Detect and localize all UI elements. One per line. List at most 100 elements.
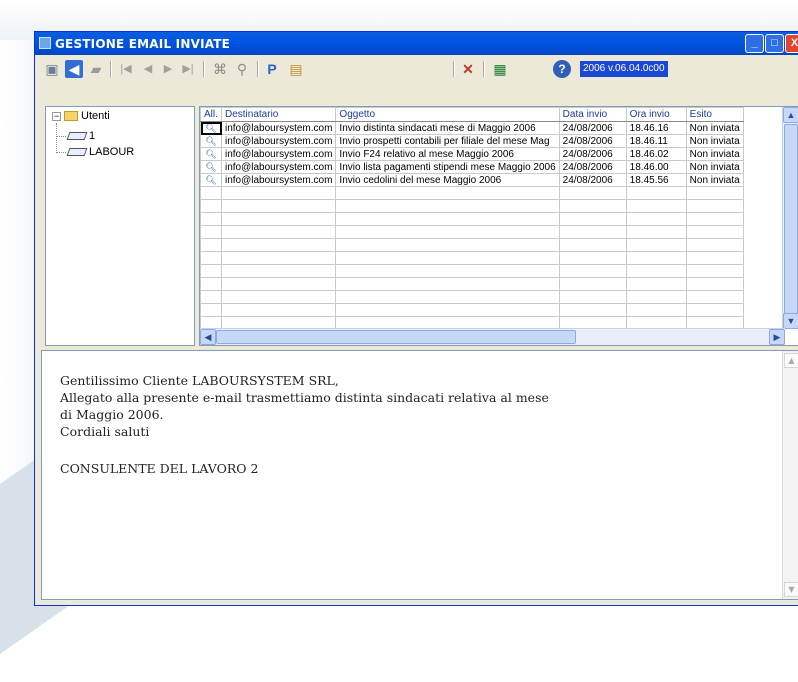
toolbar-separator [110, 61, 112, 77]
message-line: CONSULENTE DEL LAVORO 2 [60, 461, 259, 476]
table-row[interactable]: 🔍︎ info@laboursystem.com Invio prospetti c… [200, 134, 744, 148]
table-row[interactable]: 🔍︎ info@laboursystem.com Invio cedolini de… [200, 173, 744, 187]
empty-cell [625, 225, 687, 239]
empty-cell [625, 264, 687, 278]
tree-node-labour[interactable]: LABOUR [66, 145, 134, 159]
title-bar[interactable]: GESTIONE EMAIL INVIATE _ □ X [35, 32, 798, 55]
date-cell: 24/08/2006 [558, 134, 627, 148]
empty-cell [335, 290, 560, 304]
back-icon[interactable]: ◀ [65, 60, 83, 78]
folder-icon[interactable]: ▰ [87, 60, 105, 78]
date-cell: 24/08/2006 [558, 160, 627, 174]
table-row[interactable]: 🔍︎ info@laboursystem.com Invio distinta si… [200, 121, 744, 135]
empty-cell [335, 186, 560, 200]
magnifier-icon[interactable]: 🔍︎ [204, 123, 218, 134]
attachment-cell[interactable]: 🔍︎ [200, 134, 222, 148]
scroll-down-icon[interactable]: ▼ [784, 582, 798, 597]
maximize-button[interactable]: □ [765, 34, 784, 53]
empty-cell [220, 212, 337, 226]
empty-cell [625, 238, 687, 252]
grid-horizontal-scrollbar[interactable]: ◀ ▶ [200, 328, 785, 345]
user-icon [66, 148, 88, 157]
empty-cell [625, 186, 687, 200]
delete-icon[interactable]: ✕ [459, 60, 477, 78]
empty-cell [558, 199, 627, 213]
close-button[interactable]: X [785, 34, 798, 53]
magnifier-icon[interactable]: 🔍︎ [204, 149, 218, 160]
attachment-cell[interactable]: 🔍︎ [200, 160, 222, 174]
empty-cell [200, 290, 222, 304]
attachment-cell[interactable]: 🔍︎ [200, 121, 222, 135]
empty-cell [220, 264, 337, 278]
message-body[interactable]: Gentilissimo Cliente LABOURSYSTEM SRL, A… [41, 350, 798, 600]
empty-cell [685, 251, 744, 265]
first-record-icon[interactable]: |◀ [117, 60, 135, 78]
empty-cell [335, 212, 560, 226]
column-header-oggetto[interactable]: Oggetto [335, 107, 560, 122]
scroll-right-icon[interactable]: ▶ [769, 329, 785, 345]
scroll-up-icon[interactable]: ▲ [784, 353, 798, 368]
empty-row [200, 264, 744, 278]
last-record-icon[interactable]: ▶| [179, 60, 197, 78]
scroll-up-icon[interactable]: ▲ [783, 107, 798, 123]
empty-row [200, 212, 744, 226]
save-icon[interactable]: ▣ [43, 60, 61, 78]
date-cell: 24/08/2006 [558, 173, 627, 187]
attachment-cell[interactable]: 🔍︎ [200, 173, 222, 187]
scroll-down-icon[interactable]: ▼ [783, 313, 798, 329]
prev-record-icon[interactable]: ◀ [139, 60, 157, 78]
users-tree: − Utenti 1 LABOUR [45, 106, 195, 346]
tree-node-utenti[interactable]: − Utenti [46, 109, 194, 123]
empty-cell [625, 251, 687, 265]
empty-cell [685, 290, 744, 304]
magnifier-icon[interactable]: 🔍︎ [204, 175, 218, 186]
binoculars-icon[interactable]: ⌘ [211, 60, 229, 78]
edit-icon[interactable]: P [263, 60, 281, 78]
email-grid: All. Destinatario Oggetto Data invio Ora… [199, 106, 798, 346]
message-vertical-scrollbar[interactable]: ▲ ▼ [782, 351, 798, 599]
empty-row [200, 303, 744, 317]
empty-cell [200, 264, 222, 278]
table-header-row: All. Destinatario Oggetto Data invio Ora… [200, 107, 744, 122]
collapse-icon[interactable]: − [52, 112, 61, 121]
scroll-thumb[interactable] [216, 330, 576, 344]
next-record-icon[interactable]: ▶ [159, 60, 177, 78]
time-cell: 18.46.02 [625, 147, 687, 161]
empty-cell [685, 277, 744, 291]
minimize-button[interactable]: _ [745, 34, 764, 53]
excel-icon[interactable]: ▦ [491, 60, 509, 78]
subject-cell: Invio F24 relativo al mese Maggio 2006 [335, 147, 560, 161]
toolbar-separator [257, 61, 259, 77]
empty-cell [625, 290, 687, 304]
empty-cell [220, 277, 337, 291]
empty-cell [558, 186, 627, 200]
toolbar-separator [483, 61, 485, 77]
date-cell: 24/08/2006 [558, 147, 627, 161]
empty-cell [220, 186, 337, 200]
magnifier-icon[interactable]: 🔍︎ [204, 136, 218, 147]
tree-node-1[interactable]: 1 [66, 129, 95, 143]
empty-row [200, 290, 744, 304]
empty-cell [558, 303, 627, 317]
image-icon[interactable]: ▤ [287, 60, 305, 78]
column-header-destinatario[interactable]: Destinatario [220, 107, 337, 122]
column-header-esito[interactable]: Esito [685, 107, 744, 122]
scroll-left-icon[interactable]: ◀ [200, 329, 216, 345]
empty-cell [685, 303, 744, 317]
help-icon[interactable]: ? [553, 60, 571, 78]
column-header-all[interactable]: All. [200, 107, 222, 122]
tree-line [56, 136, 66, 137]
search-icon[interactable]: ⚲ [233, 60, 251, 78]
table-row[interactable]: 🔍︎ info@laboursystem.com Invio lista pagam… [200, 160, 744, 174]
user-icon [66, 132, 88, 141]
recipient-cell: info@laboursystem.com [220, 160, 337, 174]
column-header-data-invio[interactable]: Data invio [558, 107, 627, 122]
table-row[interactable]: 🔍︎ info@laboursystem.com Invio F24 relativ… [200, 147, 744, 161]
scroll-thumb[interactable] [784, 124, 798, 314]
empty-cell [200, 186, 222, 200]
attachment-cell[interactable]: 🔍︎ [200, 147, 222, 161]
column-header-ora-invio[interactable]: Ora invio [625, 107, 687, 122]
magnifier-icon[interactable]: 🔍︎ [204, 162, 218, 173]
grid-vertical-scrollbar[interactable]: ▲ ▼ [782, 107, 798, 329]
empty-cell [625, 212, 687, 226]
